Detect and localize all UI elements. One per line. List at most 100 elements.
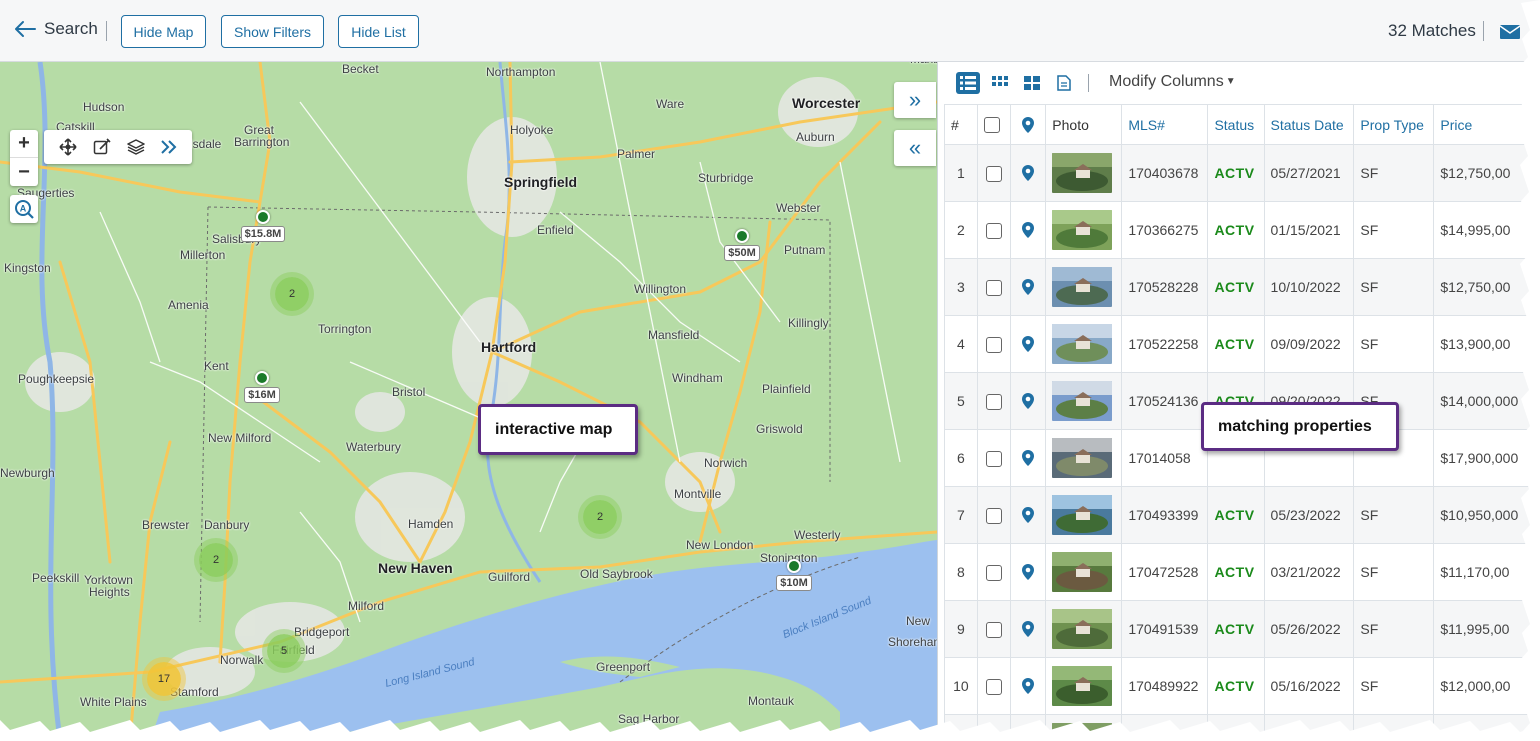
row-photo-cell[interactable] <box>1045 372 1123 430</box>
row-map-pin-cell[interactable] <box>1010 372 1047 430</box>
list-view-icon[interactable] <box>956 72 980 94</box>
row-select-cell[interactable] <box>976 486 1012 544</box>
map-pin-icon[interactable] <box>1022 165 1035 181</box>
property-photo[interactable] <box>1052 267 1113 307</box>
map-pin-icon[interactable] <box>1022 621 1035 637</box>
property-pin[interactable]: $10M <box>772 559 816 591</box>
table-row[interactable]: 8 170472528 ACTV 03/21/2022 SF $11,170,00 <box>944 543 1540 601</box>
property-photo[interactable] <box>1052 153 1113 193</box>
report-view-icon[interactable] <box>1052 72 1076 94</box>
table-row[interactable]: 3 170528228 ACTV 10/10/2022 SF $12,750,00 <box>944 258 1540 316</box>
row-mls[interactable]: 170493399 <box>1121 486 1209 544</box>
row-map-pin-cell[interactable] <box>1010 600 1047 658</box>
row-checkbox[interactable] <box>986 564 1003 581</box>
map-pin-icon[interactable] <box>1022 678 1035 694</box>
property-cluster[interactable]: 5 <box>267 634 301 668</box>
layers-icon[interactable] <box>125 136 147 158</box>
row-select-cell[interactable] <box>976 372 1012 430</box>
row-checkbox[interactable] <box>986 393 1003 410</box>
col-select-all[interactable] <box>976 104 1012 145</box>
show-filters-button[interactable]: Show Filters <box>221 15 324 48</box>
row-select-cell[interactable] <box>976 657 1012 715</box>
table-row[interactable]: 7 170493399 ACTV 05/23/2022 SF $10,950,000 <box>944 486 1540 544</box>
row-select-cell[interactable] <box>976 429 1012 487</box>
expand-list-button[interactable]: « <box>894 130 936 166</box>
tile-view-icon[interactable] <box>1020 72 1044 94</box>
property-cluster[interactable]: 2 <box>583 500 617 534</box>
hide-list-button[interactable]: Hide List <box>338 15 419 48</box>
modify-columns-dropdown[interactable]: Modify Columns ▼ <box>1109 73 1236 91</box>
row-checkbox[interactable] <box>986 336 1003 353</box>
row-select-cell[interactable] <box>976 600 1012 658</box>
property-pin[interactable]: $16M <box>240 371 284 403</box>
zoom-out-button[interactable]: − <box>10 158 38 186</box>
row-checkbox[interactable] <box>986 165 1003 182</box>
property-photo[interactable] <box>1052 381 1113 421</box>
row-select-cell[interactable] <box>976 543 1012 601</box>
col-mls[interactable]: MLS# <box>1121 104 1209 145</box>
property-photo[interactable] <box>1052 324 1113 364</box>
row-photo-cell[interactable] <box>1045 201 1123 259</box>
row-checkbox[interactable] <box>986 621 1003 638</box>
row-checkbox[interactable] <box>986 222 1003 239</box>
row-checkbox[interactable] <box>986 678 1003 695</box>
row-photo-cell[interactable] <box>1045 429 1123 487</box>
property-cluster[interactable]: 17 <box>147 662 181 696</box>
map-pin-icon[interactable] <box>1022 279 1035 295</box>
col-status[interactable]: Status <box>1207 104 1265 145</box>
row-select-cell[interactable] <box>976 144 1012 202</box>
map-pin-icon[interactable] <box>1022 450 1035 466</box>
select-all-checkbox[interactable] <box>983 117 1000 134</box>
row-photo-cell[interactable] <box>1045 258 1123 316</box>
collapse-list-button[interactable]: » <box>894 82 936 118</box>
row-mls[interactable]: 170491539 <box>1121 600 1209 658</box>
row-photo-cell[interactable] <box>1045 543 1123 601</box>
property-photo[interactable] <box>1052 438 1113 478</box>
map-pin-icon[interactable] <box>1022 336 1035 352</box>
row-mls[interactable]: 170528228 <box>1121 258 1209 316</box>
row-map-pin-cell[interactable] <box>1010 258 1047 316</box>
row-select-cell[interactable] <box>976 201 1012 259</box>
row-map-pin-cell[interactable] <box>1010 429 1047 487</box>
zoom-in-button[interactable]: + <box>10 130 38 158</box>
table-row[interactable]: 1 170403678 ACTV 05/27/2021 SF $12,750,00 <box>944 144 1540 202</box>
col-prop-type[interactable]: Prop Type <box>1353 104 1435 145</box>
interactive-map[interactable]: Becket Northampton Ware Worcester Marlboro Hu… <box>0 62 937 741</box>
pan-icon[interactable] <box>57 136 79 158</box>
row-map-pin-cell[interactable] <box>1010 486 1047 544</box>
property-pin[interactable]: $50M <box>720 229 764 261</box>
row-select-cell[interactable] <box>976 315 1012 373</box>
table-row[interactable]: 2 170366275 ACTV 01/15/2021 SF $14,995,00 <box>944 201 1540 259</box>
row-mls[interactable]: 170403678 <box>1121 144 1209 202</box>
grid-view-icon[interactable] <box>988 72 1012 94</box>
table-row[interactable]: 10 170489922 ACTV 05/16/2022 SF $12,000,00 <box>944 657 1540 715</box>
row-photo-cell[interactable] <box>1045 144 1123 202</box>
expand-map-icon[interactable] <box>157 136 179 158</box>
table-row[interactable]: 9 170491539 ACTV 05/26/2022 SF $11,995,00 <box>944 600 1540 658</box>
search-area-icon[interactable]: A <box>10 195 38 223</box>
row-mls[interactable]: 170522258 <box>1121 315 1209 373</box>
row-mls[interactable]: 170489922 <box>1121 657 1209 715</box>
hide-map-button[interactable]: Hide Map <box>121 15 206 48</box>
property-photo[interactable] <box>1052 495 1113 535</box>
row-mls[interactable]: 170366275 <box>1121 201 1209 259</box>
property-cluster[interactable]: 2 <box>275 277 309 311</box>
property-photo[interactable] <box>1052 210 1113 250</box>
row-map-pin-cell[interactable] <box>1010 144 1047 202</box>
map-pin-icon[interactable] <box>1022 222 1035 238</box>
col-status-date[interactable]: Status Date <box>1263 104 1355 145</box>
map-pin-icon[interactable] <box>1022 393 1035 409</box>
row-checkbox[interactable] <box>986 279 1003 296</box>
property-photo[interactable] <box>1052 552 1113 592</box>
table-row[interactable]: 4 170522258 ACTV 09/09/2022 SF $13,900,00 <box>944 315 1540 373</box>
row-mls[interactable]: 170524136 <box>1121 372 1209 430</box>
map-pin-icon[interactable] <box>1022 564 1035 580</box>
property-photo[interactable] <box>1052 609 1113 649</box>
row-photo-cell[interactable] <box>1045 600 1123 658</box>
property-cluster[interactable]: 2 <box>199 543 233 577</box>
draw-shape-icon[interactable] <box>91 136 113 158</box>
row-mls[interactable]: 170472528 <box>1121 543 1209 601</box>
row-map-pin-cell[interactable] <box>1010 315 1047 373</box>
row-map-pin-cell[interactable] <box>1010 657 1047 715</box>
row-photo-cell[interactable] <box>1045 315 1123 373</box>
